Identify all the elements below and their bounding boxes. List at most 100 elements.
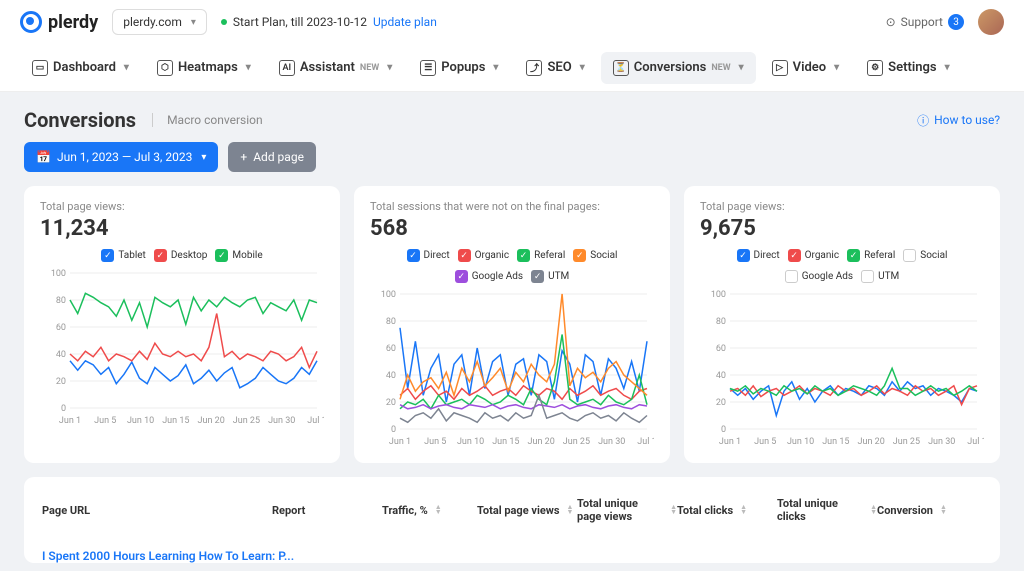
svg-text:100: 100 [381, 290, 396, 300]
nav-dashboard[interactable]: ▭Dashboard▾ [20, 52, 141, 84]
chevron-down-icon: ▾ [201, 152, 206, 163]
howto-text: How to use? [934, 113, 1000, 127]
svg-text:100: 100 [711, 290, 726, 300]
legend-item[interactable]: ✓Direct [737, 249, 780, 262]
svg-text:Jun 15: Jun 15 [162, 416, 189, 426]
legend-label: Organic [805, 250, 839, 261]
legend: ✓Direct ✓ Organic ✓Referal ✓Social ✓Google Ad… [370, 249, 654, 283]
legend-item[interactable]: ✓ Organic [458, 249, 509, 262]
line-chart: 020406080100Jun 1Jun 5Jun 10Jun 15Jun 20… [40, 268, 324, 428]
legend-item[interactable]: ✓UTM [531, 270, 569, 283]
column-header[interactable]: Conversion▲▼ [877, 504, 977, 517]
add-page-button[interactable]: + Add page [228, 142, 316, 172]
page-subtitle: Macro conversion [152, 113, 263, 127]
svg-text:80: 80 [716, 317, 726, 327]
nav-label: Popups [441, 60, 485, 75]
legend-item[interactable]: ✓Google Ads [455, 270, 523, 283]
chevron-down-icon: ▾ [246, 62, 251, 73]
metric-card: Total page views: 9,675 ✓Direct✓Organic✓… [684, 186, 1000, 463]
nav-video[interactable]: ▷Video▾ [760, 52, 852, 84]
logo[interactable]: plerdy [20, 11, 98, 33]
nav-icon: ▭ [32, 60, 48, 76]
checkbox-icon: ✓ [788, 249, 801, 262]
nav-label: Assistant [300, 60, 355, 75]
svg-text:80: 80 [386, 317, 396, 327]
metric-card: Total page views: 11,234 ✓Tablet✓Desktop… [24, 186, 340, 463]
svg-text:Jun 5: Jun 5 [94, 416, 116, 426]
logo-icon [20, 11, 42, 33]
legend-label: Direct [424, 250, 450, 261]
page-url-link[interactable]: I Spent 2000 Hours Learning How To Learn… [42, 549, 294, 563]
cards-row: Total page views: 11,234 ✓Tablet✓Desktop… [0, 186, 1024, 463]
nav-heatmaps[interactable]: ⬡Heatmaps▾ [145, 52, 263, 84]
svg-text:100: 100 [51, 269, 66, 279]
nav-settings[interactable]: ⚙Settings▾ [855, 52, 961, 84]
svg-text:20: 20 [386, 398, 396, 408]
svg-text:80: 80 [56, 296, 66, 306]
header-text: Report [272, 504, 305, 517]
legend-label: UTM [548, 271, 569, 282]
column-header[interactable]: Traffic, %▲▼ [382, 504, 477, 517]
svg-text:Jun 5: Jun 5 [754, 437, 776, 447]
column-header[interactable]: Report [272, 504, 382, 517]
page-header: Conversions Macro conversion ⓘ How to us… [0, 92, 1024, 142]
svg-text:0: 0 [391, 425, 396, 435]
nav-label: SEO [547, 60, 571, 75]
checkbox-icon [785, 270, 798, 283]
plan-text: Start Plan, till 2023-10-12 [233, 15, 367, 29]
column-header[interactable]: Page URL [42, 504, 272, 517]
column-header[interactable]: Total unique clicks▲▼ [777, 497, 877, 523]
column-header[interactable]: Total clicks▲▼ [677, 504, 777, 517]
legend-item[interactable]: Social [903, 249, 947, 262]
chevron-down-icon: ▾ [739, 62, 744, 73]
support-link[interactable]: ⊙ Support 3 [886, 14, 964, 30]
chevron-down-icon: ▾ [124, 62, 129, 73]
legend-item[interactable]: ✓Referal [847, 249, 895, 262]
nav-label: Heatmaps [178, 60, 238, 75]
svg-text:Jun 1: Jun 1 [389, 437, 411, 447]
card-label: Total page views: [700, 200, 984, 213]
legend-item[interactable]: ✓Social [573, 249, 617, 262]
help-icon: ⓘ [917, 112, 929, 129]
main-nav: ▭Dashboard▾⬡Heatmaps▾AIAssistantNEW▾☰Pop… [0, 44, 1024, 92]
sort-icon: ▲▼ [567, 505, 574, 515]
legend-label: Mobile [232, 250, 262, 261]
legend-item[interactable]: ✓Direct [407, 249, 450, 262]
column-header[interactable]: Total unique page views▲▼ [577, 497, 677, 523]
table-row: I Spent 2000 Hours Learning How To Learn… [42, 523, 982, 563]
legend-item[interactable]: UTM [861, 270, 899, 283]
nav-assistant[interactable]: AIAssistantNEW▾ [267, 52, 404, 84]
nav-popups[interactable]: ☰Popups▾ [408, 52, 510, 84]
nav-conversions[interactable]: ⏳ConversionsNEW▾ [601, 52, 756, 84]
nav-seo[interactable]: ⤴SEO▾ [514, 52, 596, 84]
legend-item[interactable]: ✓Mobile [215, 249, 262, 262]
header-text: Total page views [477, 504, 560, 517]
svg-text:Jul 1: Jul 1 [637, 437, 654, 447]
legend-label: Tablet [118, 250, 145, 261]
nav-icon: ▷ [772, 60, 788, 76]
domain-text: plerdy.com [123, 15, 182, 29]
legend-item[interactable]: Google Ads [785, 270, 853, 283]
domain-selector[interactable]: plerdy.com ▾ [112, 9, 207, 35]
legend-item[interactable]: ✓Tablet [101, 249, 145, 262]
legend-item[interactable]: ✓ Organic [788, 249, 839, 262]
legend-item[interactable]: ✓Desktop [154, 249, 208, 262]
update-plan-link[interactable]: Update plan [373, 15, 437, 29]
chevron-down-icon: ▾ [580, 62, 585, 73]
legend-label: Organic [475, 250, 509, 261]
legend-label: Google Ads [802, 271, 853, 282]
sort-icon: ▲▼ [670, 505, 677, 515]
how-to-use-link[interactable]: ⓘ How to use? [917, 112, 1000, 129]
svg-text:60: 60 [56, 323, 66, 333]
svg-text:Jun 20: Jun 20 [858, 437, 885, 447]
header-text: Page URL [42, 504, 90, 517]
column-header[interactable]: Total page views ▲▼ [477, 504, 577, 517]
checkbox-icon: ✓ [458, 249, 471, 262]
svg-text:Jun 15: Jun 15 [492, 437, 519, 447]
support-label: Support [901, 15, 943, 29]
avatar[interactable] [978, 9, 1004, 35]
date-range-button[interactable]: 📅 Jun 1, 2023 — Jul 3, 2023 ▾ [24, 142, 218, 172]
svg-text:Jun 30: Jun 30 [268, 416, 295, 426]
controls-row: 📅 Jun 1, 2023 — Jul 3, 2023 ▾ + Add page [0, 142, 1024, 186]
legend-item[interactable]: ✓Referal [517, 249, 565, 262]
